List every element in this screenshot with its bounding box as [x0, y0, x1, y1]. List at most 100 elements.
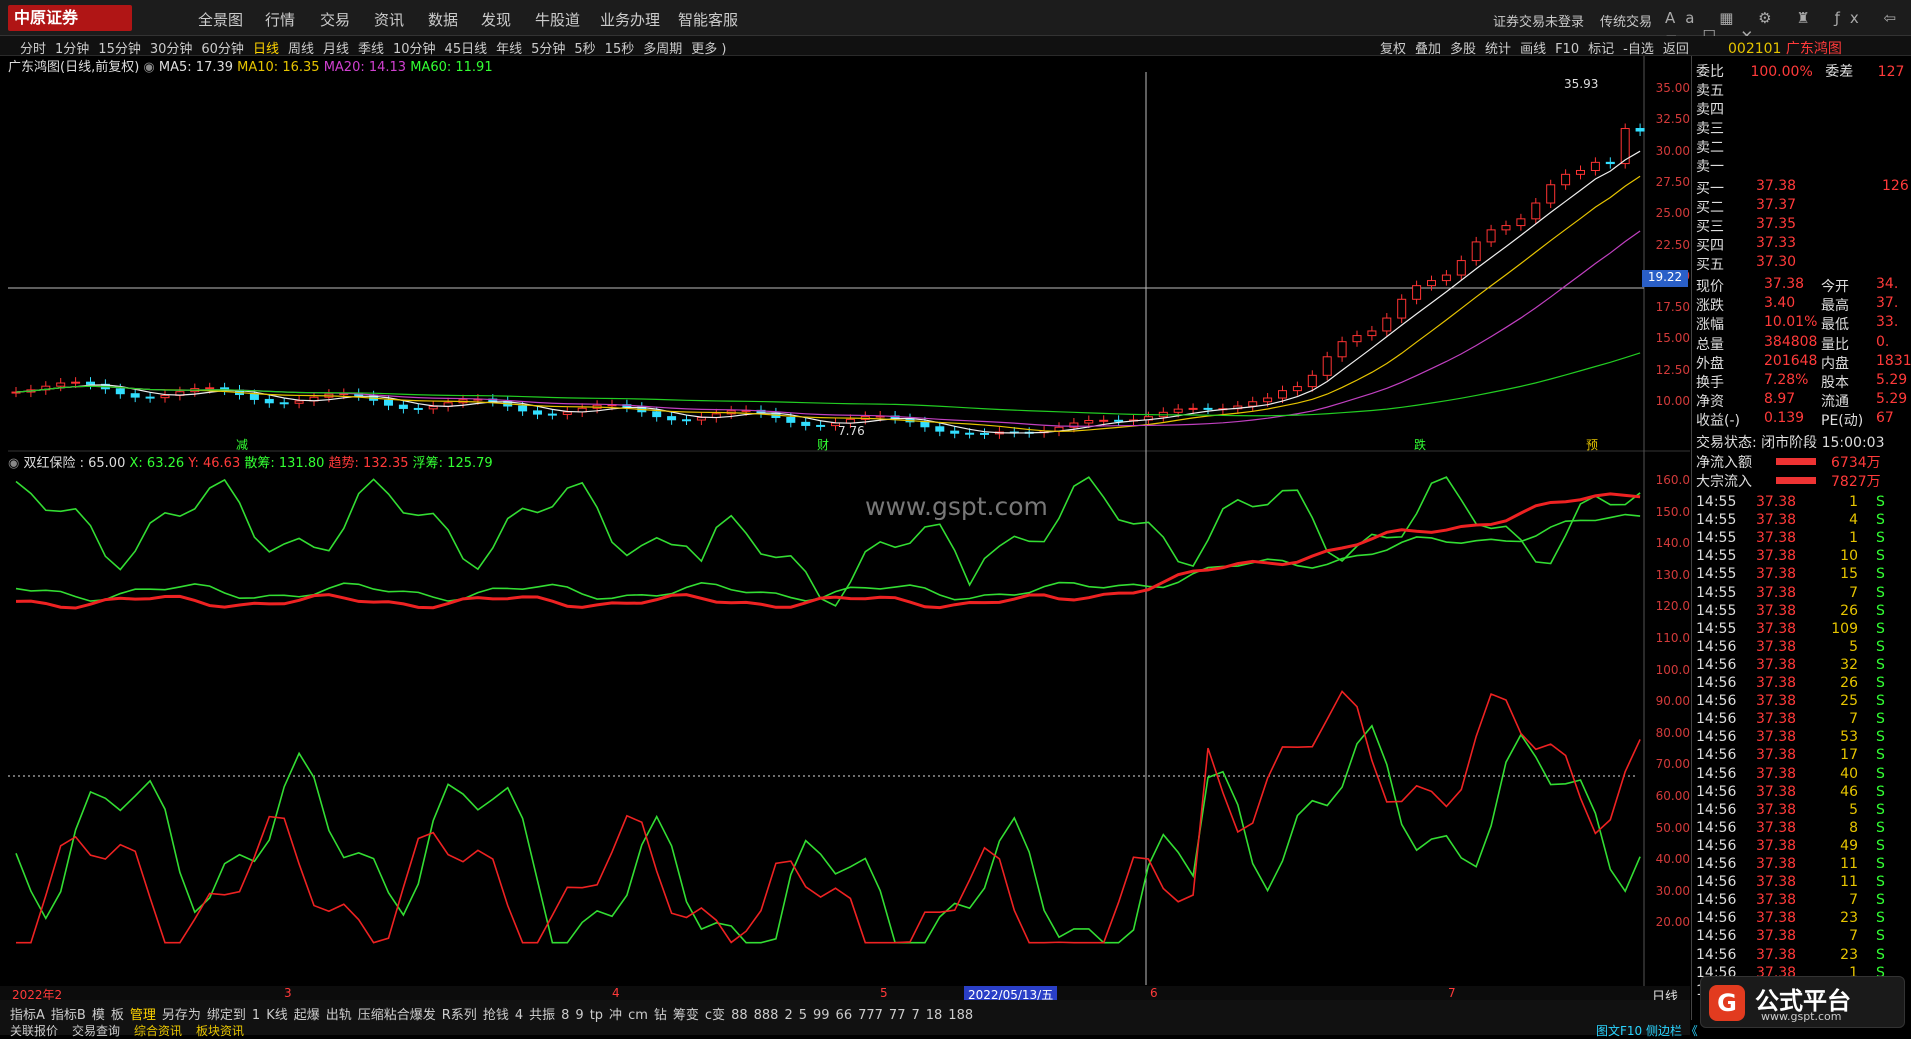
- event-marker[interactable]: 跌: [1414, 436, 1426, 453]
- event-marker[interactable]: 减: [236, 436, 248, 453]
- indicator-tool[interactable]: 出轨: [326, 1008, 352, 1023]
- bid-row[interactable]: 买二 37.37: [1696, 197, 1911, 216]
- indicator-tool[interactable]: 7: [911, 1008, 919, 1023]
- indicator-tool[interactable]: 18: [926, 1008, 943, 1023]
- candle-body: [249, 394, 259, 400]
- candle-body: [1531, 202, 1541, 220]
- indicator-tool[interactable]: 模: [92, 1008, 105, 1023]
- quote-row: 换手 7.28% 股本 5.29: [1696, 372, 1908, 391]
- price-tick: 22.50: [1655, 237, 1690, 252]
- indicator-tick: 140.0: [1655, 536, 1690, 551]
- indicator-tool[interactable]: 77: [889, 1008, 906, 1023]
- indicator-tool[interactable]: 冲: [609, 1008, 622, 1023]
- indicator-tool[interactable]: 188: [948, 1008, 973, 1023]
- indicator-line: [15, 513, 1641, 602]
- candle-body: [652, 411, 662, 418]
- bottom-tab[interactable]: 交易查询: [72, 1024, 120, 1038]
- indicator-tool[interactable]: 88: [731, 1008, 748, 1023]
- bid-row[interactable]: 买四 37.33: [1696, 235, 1911, 254]
- candle-body: [1263, 397, 1273, 403]
- flow-row: 大宗流入 7827万: [1696, 474, 1881, 490]
- indicator-tool[interactable]: 2: [784, 1008, 792, 1023]
- tick-row: 14:56 37.38 8 S: [1696, 819, 1885, 836]
- indicator-tool[interactable]: 5: [799, 1008, 807, 1023]
- indicator-tool[interactable]: 888: [754, 1008, 779, 1023]
- indicator-tool[interactable]: 管理: [130, 1008, 156, 1023]
- indicator-tool[interactable]: cm: [628, 1008, 648, 1023]
- indicator-tool[interactable]: 8: [561, 1008, 569, 1023]
- indicator-tool[interactable]: 钻: [654, 1008, 667, 1023]
- ask-row[interactable]: 卖一: [1696, 156, 1911, 175]
- tick-row: 14:55 37.38 1 S: [1696, 530, 1885, 547]
- tick-row: 14:56 37.38 11 S: [1696, 874, 1885, 891]
- indicator-tool[interactable]: 99: [813, 1008, 830, 1023]
- candle-body: [1382, 317, 1392, 332]
- indicator-tool[interactable]: R系列: [442, 1008, 477, 1023]
- event-marker[interactable]: 预: [1586, 436, 1598, 453]
- indicator-tool[interactable]: 4: [515, 1008, 523, 1023]
- indicator-tool[interactable]: tp: [590, 1008, 603, 1023]
- indicator-tool[interactable]: 板: [111, 1008, 124, 1023]
- bid-row[interactable]: 买一 37.38 126: [1696, 178, 1911, 197]
- date-label: 6: [1150, 986, 1158, 1000]
- candle-body: [667, 416, 677, 421]
- candle-body: [1322, 356, 1332, 376]
- indicator-line: [15, 724, 1641, 944]
- candle-body: [1397, 298, 1407, 319]
- indicator-tool[interactable]: K线: [266, 1008, 288, 1023]
- candle-body: [1278, 390, 1287, 399]
- indicator-tool[interactable]: 起爆: [294, 1008, 320, 1023]
- quote-row: 涨跌 3.40 最高 37.: [1696, 295, 1899, 315]
- indicator-tool[interactable]: 66: [836, 1008, 853, 1023]
- ask-row[interactable]: 卖二: [1696, 137, 1911, 156]
- indicator-tool[interactable]: 共振: [529, 1008, 555, 1023]
- bottom-tab[interactable]: 板块资讯: [196, 1024, 244, 1038]
- ask-row[interactable]: 卖三: [1696, 118, 1911, 137]
- indicator-tool[interactable]: 抢钱: [483, 1008, 509, 1023]
- tick-row: 14:56 37.38 7 S: [1696, 928, 1885, 945]
- tick-row: 14:55 37.38 4 S: [1696, 512, 1885, 529]
- tick-row: 14:56 37.38 7 S: [1696, 711, 1885, 728]
- candle-body: [1501, 225, 1511, 231]
- candle-body: [1516, 218, 1526, 227]
- chart-area[interactable]: [0, 0, 1690, 1000]
- bid-row[interactable]: 买五 37.30: [1696, 254, 1911, 273]
- indicator-tool[interactable]: 指标A: [10, 1008, 45, 1023]
- candle-body: [56, 382, 66, 387]
- indicator-toolbar[interactable]: 指标A 指标B 模板管理 另存为 绑定到 1 K线 起爆 出轨 压缩粘合爆发 R系列 抢钱 4 共振 8 9 t…: [10, 1004, 979, 1023]
- candle-body: [428, 405, 438, 410]
- indicator-tool[interactable]: 绑定到: [207, 1008, 246, 1023]
- ask-row[interactable]: 卖四: [1696, 99, 1911, 118]
- indicator-line: [15, 476, 1641, 607]
- indicator-tool[interactable]: 指标B: [51, 1008, 86, 1023]
- indicator-tick: 120.0: [1655, 599, 1690, 614]
- candle-body: [1188, 407, 1198, 410]
- indicator-tool[interactable]: 筹变: [673, 1008, 699, 1023]
- indicator-line: [16, 690, 1641, 944]
- bottom-tab[interactable]: 关联报价: [10, 1024, 58, 1038]
- event-marker[interactable]: 财: [817, 436, 829, 453]
- gspt-badge: G 公式平台 www.gspt.com: [1700, 976, 1905, 1028]
- indicator-tool[interactable]: c变: [705, 1008, 725, 1023]
- quote-row: 收益(-) 0.139 PE(动) 67: [1696, 410, 1894, 430]
- indicator-tool[interactable]: 1: [252, 1008, 260, 1023]
- indicator-tool[interactable]: 压缩粘合爆发: [358, 1008, 436, 1023]
- candle-body: [562, 411, 572, 415]
- ask-row[interactable]: 卖五: [1696, 80, 1911, 99]
- candle-body: [1337, 341, 1347, 358]
- tick-row: 14:56 37.38 23 S: [1696, 946, 1885, 963]
- indicator-tool[interactable]: 另存为: [162, 1008, 201, 1023]
- bottom-tab[interactable]: 综合资讯: [134, 1024, 182, 1038]
- tick-row: 14:56 37.38 5 S: [1696, 638, 1885, 655]
- bottom-tabs[interactable]: 关联报价 交易查询 综合资讯 板块资讯: [10, 1022, 258, 1039]
- tick-row: 14:55 37.38 26 S: [1696, 602, 1885, 619]
- bid-row[interactable]: 买三 37.35: [1696, 216, 1911, 235]
- tick-row: 14:56 37.38 32 S: [1696, 656, 1885, 673]
- indicator-tool[interactable]: 777: [858, 1008, 883, 1023]
- candle-body: [1576, 169, 1585, 175]
- candle-body: [547, 413, 557, 416]
- indicator-tool[interactable]: 9: [575, 1008, 583, 1023]
- indicator-tick: 150.0: [1655, 504, 1690, 519]
- f10-link[interactable]: 图文F10 侧边栏 《: [1596, 1022, 1698, 1039]
- candle-body: [145, 396, 155, 399]
